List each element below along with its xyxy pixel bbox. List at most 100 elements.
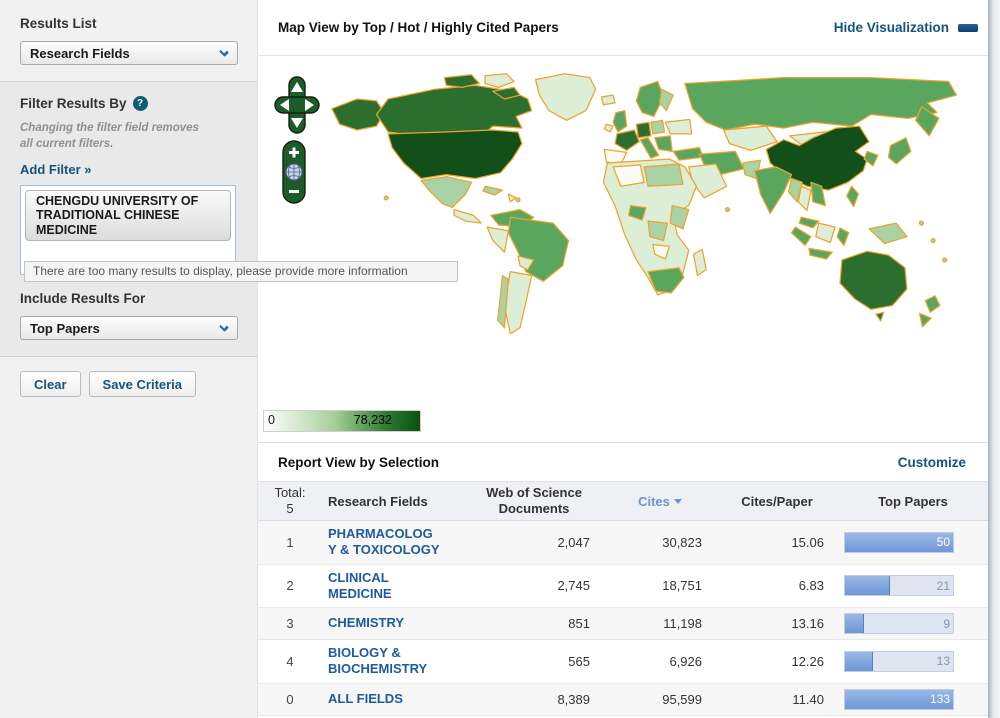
row-wos-documents: 8,389	[464, 692, 604, 707]
row-rank: 0	[258, 692, 322, 707]
row-top-papers-cell: 13	[838, 651, 988, 672]
row-cites-per-paper: 6.83	[716, 578, 838, 593]
world-choropleth-map[interactable]	[328, 68, 968, 353]
filter-results-by-label: Filter Results By	[20, 96, 127, 111]
column-header-cites-sorted[interactable]: Cites	[604, 494, 716, 509]
table-row: 0 ALL FIELDS 8,38995,59911.40 133	[258, 684, 988, 716]
row-rank: 1	[258, 535, 322, 550]
chevron-down-icon	[219, 322, 229, 332]
clear-button[interactable]: Clear	[20, 371, 81, 397]
include-results-label: Include Results For	[20, 291, 237, 306]
legend-min-value: 0	[268, 413, 275, 427]
map-view-title: Map View by Top / Hot / Highly Cited Pap…	[278, 20, 559, 35]
row-wos-documents: 2,745	[464, 578, 604, 593]
total-count: Total: 5	[258, 485, 322, 518]
row-cites: 6,926	[604, 654, 716, 669]
row-rank: 2	[258, 578, 322, 593]
row-top-papers-cell: 133	[838, 689, 988, 710]
table-row: 2 CLINICAL MEDICINE 2,74518,7516.83 21	[258, 565, 988, 609]
row-rank: 4	[258, 654, 322, 669]
add-filter-link[interactable]: Add Filter »	[20, 162, 92, 177]
top-papers-bar-fill	[845, 652, 873, 671]
sidebar: Results List Research Fields Filter Resu…	[0, 0, 258, 718]
vertical-scrollbar[interactable]	[988, 0, 1000, 718]
top-papers-bar[interactable]: 13	[844, 651, 954, 672]
include-results-value: Top Papers	[30, 321, 100, 336]
research-field-link[interactable]: ALL FIELDS	[328, 691, 440, 707]
row-wos-documents: 2,047	[464, 535, 604, 550]
column-header-top-papers[interactable]: Top Papers	[838, 494, 988, 509]
sort-descending-icon	[674, 499, 682, 504]
row-wos-documents: 851	[464, 616, 604, 631]
row-cites-per-paper: 13.16	[716, 616, 838, 631]
research-field-link[interactable]: BIOLOGY & BIOCHEMISTRY	[328, 645, 440, 678]
collapse-minus-icon[interactable]	[958, 24, 978, 32]
hide-visualization-link[interactable]: Hide Visualization	[834, 20, 949, 35]
top-papers-value: 50	[937, 535, 950, 549]
column-header-cites-per-paper[interactable]: Cites/Paper	[716, 494, 838, 509]
report-table-body: 1 PHARMACOLOGY & TOXICOLOGY 2,04730,82315.…	[258, 521, 988, 716]
legend-max-value: 78,232	[354, 413, 392, 427]
row-top-papers-cell: 9	[838, 613, 988, 634]
filter-section: Filter Results By ? Changing the filter …	[0, 82, 257, 357]
results-list-value: Research Fields	[30, 46, 130, 61]
research-field-link[interactable]: CLINICAL MEDICINE	[328, 570, 440, 603]
results-list-select[interactable]: Research Fields	[20, 41, 238, 65]
save-criteria-button[interactable]: Save Criteria	[89, 371, 197, 397]
map-pan-control[interactable]	[274, 76, 320, 134]
top-papers-bar[interactable]: 50	[844, 532, 954, 553]
row-field-cell: CLINICAL MEDICINE	[322, 570, 464, 603]
research-field-link[interactable]: CHEMISTRY	[328, 615, 440, 631]
research-field-link[interactable]: PHARMACOLOGY & TOXICOLOGY	[328, 526, 440, 559]
map-zoom-control[interactable]	[282, 140, 306, 204]
row-cites: 95,599	[604, 692, 716, 707]
include-results-select[interactable]: Top Papers	[20, 316, 238, 340]
column-header-wos-documents[interactable]: Web of Science Documents	[464, 485, 604, 516]
row-cites: 18,751	[604, 578, 716, 593]
table-row: 1 PHARMACOLOGY & TOXICOLOGY 2,04730,82315.…	[258, 521, 988, 565]
row-cites: 11,198	[604, 616, 716, 631]
filter-chip[interactable]: CHENGDU UNIVERSITY OF TRADITIONAL CHINES…	[25, 190, 231, 241]
report-view-title: Report View by Selection	[278, 455, 439, 470]
report-table: Total: 5 Research Fields Web of Science …	[258, 481, 988, 716]
sidebar-buttons: Clear Save Criteria	[0, 357, 257, 411]
customize-link[interactable]: Customize	[898, 455, 966, 470]
row-cites-per-paper: 12.26	[716, 654, 838, 669]
map-color-legend: 0 78,232	[263, 410, 421, 432]
chevron-down-icon	[219, 47, 229, 57]
row-cites: 30,823	[604, 535, 716, 550]
table-row: 3CHEMISTRY85111,19813.169	[258, 608, 988, 640]
row-field-cell: ALL FIELDS	[322, 691, 464, 707]
top-papers-value: 133	[930, 692, 950, 706]
top-papers-bar-fill	[845, 614, 864, 633]
page: Results List Research Fields Filter Resu…	[0, 0, 1000, 718]
zoom-out-icon	[289, 190, 299, 193]
row-wos-documents: 565	[464, 654, 604, 669]
row-top-papers-cell: 21	[838, 575, 988, 596]
row-field-cell: PHARMACOLOGY & TOXICOLOGY	[322, 526, 464, 559]
row-cites-per-paper: 15.06	[716, 535, 838, 550]
table-row: 4 BIOLOGY & BIOCHEMISTRY 5656,92612.26 13	[258, 640, 988, 684]
help-icon[interactable]: ?	[133, 96, 148, 111]
report-view-section: Report View by Selection Customize Total…	[258, 442, 988, 716]
results-list-label: Results List	[20, 16, 237, 31]
row-field-cell: BIOLOGY & BIOCHEMISTRY	[322, 645, 464, 678]
top-papers-bar[interactable]: 21	[844, 575, 954, 596]
top-papers-bar-fill	[845, 576, 890, 595]
filter-note: Changing the filter field removes all cu…	[20, 121, 210, 152]
main-content: Map View by Top / Hot / Highly Cited Pap…	[258, 0, 988, 718]
map-view-header: Map View by Top / Hot / Highly Cited Pap…	[258, 0, 988, 56]
row-cites-per-paper: 11.40	[716, 692, 838, 707]
top-papers-value: 13	[937, 654, 950, 668]
row-top-papers-cell: 50	[838, 532, 988, 553]
too-many-results-tooltip: There are too many results to display, p…	[24, 261, 458, 282]
table-header-row: Total: 5 Research Fields Web of Science …	[258, 481, 988, 521]
top-papers-value: 21	[937, 579, 950, 593]
top-papers-bar[interactable]: 133	[844, 689, 954, 710]
map-visualization: 0 78,232	[258, 56, 988, 442]
top-papers-bar[interactable]: 9	[844, 613, 954, 634]
top-papers-value: 9	[943, 617, 950, 631]
row-field-cell: CHEMISTRY	[322, 615, 464, 631]
results-list-section: Results List Research Fields	[0, 0, 257, 82]
column-header-research-fields[interactable]: Research Fields	[322, 494, 464, 509]
